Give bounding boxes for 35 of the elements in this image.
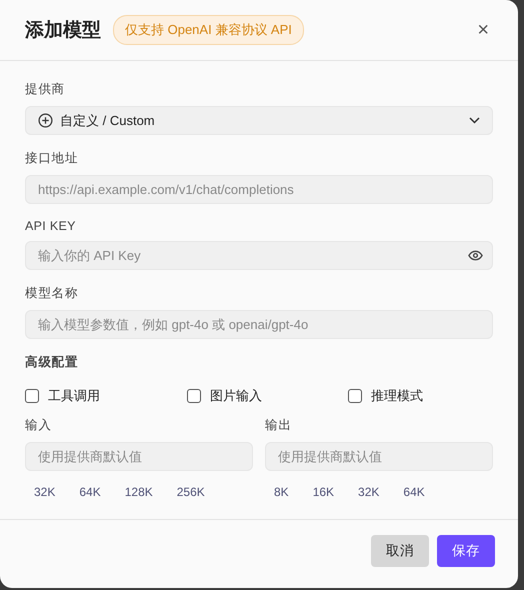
eye-icon[interactable] [468, 250, 483, 261]
close-button[interactable]: × [473, 18, 493, 42]
preset-option[interactable]: 32K [28, 481, 62, 503]
model-name-input[interactable]: 输入模型参数值，例如 gpt-4o 或 openai/gpt-4o [25, 310, 493, 339]
token-limit-input[interactable]: 使用提供商默认值 [265, 442, 493, 471]
field-label: 输入 [25, 417, 53, 434]
preset-option[interactable]: 64K [73, 481, 107, 503]
endpoint-input[interactable]: https://api.example.com/v1/chat/completions [25, 175, 493, 204]
provider-select[interactable]: 自定义 / Custom [25, 106, 493, 135]
cancel-button[interactable]: 取消 [371, 535, 429, 567]
dialog-title: 添加模型 [25, 19, 101, 43]
compatibility-badge: 仅支持 OpenAI 兼容协议 API [113, 15, 304, 45]
field-label: 模型名称 [25, 285, 80, 302]
preset-option[interactable]: 32K [352, 481, 386, 503]
field-label: 接口地址 [25, 150, 80, 167]
preset-option[interactable]: 16K [306, 481, 340, 503]
preset-option[interactable]: 8K [268, 481, 295, 503]
checkbox[interactable] [25, 389, 39, 403]
checkbox[interactable] [187, 389, 201, 403]
chevron-down-icon [469, 117, 480, 124]
section-title: 高级配置 [25, 354, 80, 371]
checkbox[interactable] [348, 389, 362, 403]
field-label: 输出 [265, 417, 293, 434]
api-key-input[interactable]: 输入你的 API Key [25, 241, 493, 270]
checkbox-option[interactable]: 推理模式 [348, 387, 493, 405]
token-limit-input[interactable]: 使用提供商默认值 [25, 442, 253, 471]
preset-option[interactable]: 256K [170, 481, 211, 503]
preset-option[interactable]: 64K [397, 481, 431, 503]
checkbox-option[interactable]: 图片输入 [187, 387, 348, 405]
field-label: API KEY [25, 219, 77, 233]
field-label: 提供商 [25, 81, 66, 98]
checkbox-option[interactable]: 工具调用 [25, 387, 187, 405]
save-button[interactable]: 保存 [437, 535, 495, 567]
plus-circle-icon [38, 113, 53, 128]
preset-option[interactable]: 128K [118, 481, 159, 503]
